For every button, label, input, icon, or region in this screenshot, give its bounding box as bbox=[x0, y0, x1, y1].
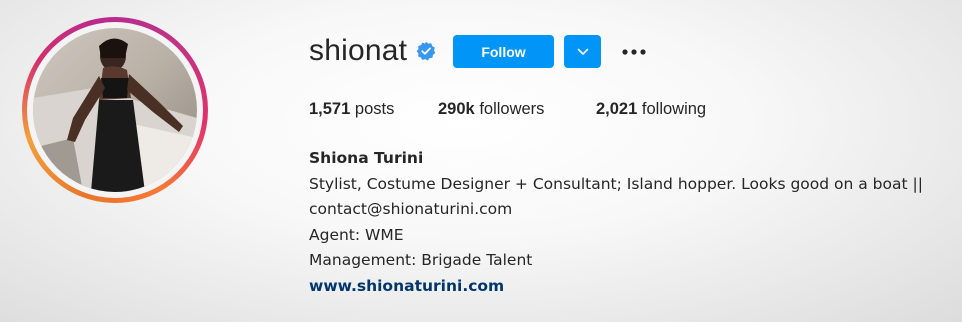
followers-stat[interactable]: 290k followers bbox=[438, 100, 544, 119]
more-options-icon bbox=[622, 49, 646, 55]
bio-line: Management: Brigade Talent bbox=[309, 251, 533, 269]
followers-count: 290k bbox=[438, 100, 475, 118]
posts-stat: 1,571 posts bbox=[309, 100, 394, 119]
verified-badge-icon bbox=[416, 41, 436, 61]
posts-count: 1,571 bbox=[309, 100, 351, 118]
bio-line: Stylist, Costume Designer + Consultant; … bbox=[309, 174, 923, 193]
avatar[interactable] bbox=[33, 28, 197, 192]
chevron-down-icon bbox=[577, 48, 588, 55]
username-row: shionat bbox=[309, 34, 436, 68]
bio-line: contact@shionaturini.com bbox=[309, 200, 513, 218]
profile-bio: Shiona Turini Stylist, Costume Designer … bbox=[309, 146, 949, 299]
username: shionat bbox=[309, 34, 408, 67]
bio-line: Agent: WME bbox=[309, 225, 404, 244]
following-count: 2,021 bbox=[596, 100, 638, 118]
avatar-gap bbox=[27, 22, 203, 198]
following-stat[interactable]: 2,021 following bbox=[596, 100, 706, 119]
more-options-button[interactable] bbox=[620, 40, 648, 64]
posts-label: posts bbox=[354, 100, 395, 118]
follow-button[interactable]: Follow bbox=[453, 35, 554, 68]
profile-avatar-ring[interactable] bbox=[22, 17, 208, 203]
full-name: Shiona Turini bbox=[309, 149, 424, 167]
followers-label: followers bbox=[479, 100, 545, 118]
website-link[interactable]: www.shionaturini.com bbox=[309, 274, 949, 300]
following-label: following bbox=[641, 100, 707, 118]
suggested-accounts-button[interactable] bbox=[564, 35, 601, 68]
